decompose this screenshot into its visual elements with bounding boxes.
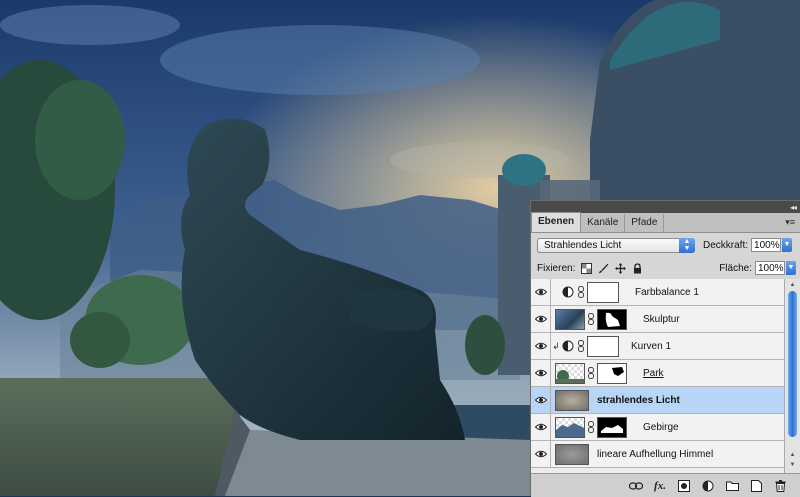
layers-list: Farbbalance 1 Skulptur ↲ Kurven 1 Park s…: [531, 279, 784, 473]
layer-name: Kurven 1: [631, 340, 672, 352]
mask-link-chain-icon[interactable]: [587, 421, 595, 433]
visibility-eye-icon[interactable]: [531, 359, 551, 387]
tab-ebenen[interactable]: Ebenen: [531, 212, 582, 232]
scroll-up-icon[interactable]: ▲: [788, 281, 797, 289]
lock-options: [581, 262, 643, 274]
new-layer-icon[interactable]: [749, 479, 763, 493]
mask-link-chain-icon[interactable]: [587, 313, 595, 325]
layers-panel: ◂◂ Ebenen Kanäle Pfade ▾≡ Strahlendes Li…: [530, 200, 800, 497]
blend-mode-value: Strahlendes Licht: [544, 239, 622, 251]
fill-label: Fläche:: [719, 262, 752, 274]
adjustment-layer-icon[interactable]: [701, 479, 715, 493]
layer-name: lineare Aufhellung Himmel: [597, 448, 714, 460]
layer-mask-thumbnail[interactable]: [587, 281, 619, 303]
panel-menu-icon[interactable]: ▾≡: [785, 217, 795, 228]
tab-pfade[interactable]: Pfade: [625, 214, 665, 232]
layer-mask-thumbnail[interactable]: [597, 308, 627, 330]
lock-fill-row: Fixieren: Fläche: 100% ▼: [531, 257, 800, 280]
fx-icon[interactable]: fx.: [653, 479, 667, 493]
lock-label: Fixieren:: [537, 262, 576, 274]
lock-transparency-icon[interactable]: [581, 262, 593, 274]
lock-all-padlock-icon[interactable]: [632, 262, 643, 274]
layer-image-thumbnail[interactable]: [555, 416, 585, 438]
layer-mask-thumbnail[interactable]: [587, 335, 619, 357]
new-group-icon[interactable]: [725, 479, 739, 493]
layer-kurven-1[interactable]: ↲ Kurven 1: [531, 332, 784, 360]
opacity-input[interactable]: 100%: [751, 238, 782, 252]
adjustment-half-circle-icon[interactable]: [561, 285, 575, 299]
adjustment-half-circle-icon[interactable]: [561, 339, 575, 353]
layer-image-thumbnail[interactable]: [555, 362, 585, 384]
layers-scrollbar[interactable]: ▲ ▲ ▼: [784, 279, 800, 473]
opacity-label: Deckkraft:: [703, 239, 749, 251]
trash-icon[interactable]: [773, 479, 787, 493]
blend-opacity-row: Strahlendes Licht ▲ ▼ Deckkraft: 100% ▼: [531, 233, 800, 257]
layers-bottom-toolbar: fx.: [531, 473, 800, 497]
scroll-down-icon[interactable]: ▲: [788, 451, 797, 459]
layer-lineare-aufhellung-himmel[interactable]: lineare Aufhellung Himmel: [531, 440, 784, 468]
mask-link-chain-icon[interactable]: [577, 286, 585, 298]
layer-name: Gebirge: [643, 421, 679, 433]
lock-position-move-icon[interactable]: [615, 262, 627, 274]
layer-strahlendes-licht[interactable]: strahlendes Licht: [531, 386, 784, 414]
blend-mode-select[interactable]: Strahlendes Licht ▲ ▼: [537, 237, 695, 253]
visibility-eye-icon[interactable]: [531, 413, 551, 441]
visibility-eye-icon[interactable]: [531, 332, 551, 360]
layer-name: Park: [643, 367, 664, 379]
panel-tabs: Ebenen Kanäle Pfade ▾≡: [531, 212, 800, 233]
tab-kanaele[interactable]: Kanäle: [581, 214, 626, 232]
opacity-dropdown-icon[interactable]: ▼: [782, 238, 793, 252]
link-layers-icon[interactable]: [629, 479, 643, 493]
visibility-eye-icon[interactable]: [531, 305, 551, 333]
layer-name: Skulptur: [643, 313, 680, 325]
clipping-arrow-icon: ↲: [552, 340, 560, 351]
visibility-eye-icon[interactable]: [531, 440, 551, 468]
layer-name: Farbbalance 1: [635, 286, 699, 298]
scrollbar-thumb[interactable]: [788, 291, 797, 437]
layer-farbbalance-1[interactable]: Farbbalance 1: [531, 279, 784, 306]
layer-mask-thumbnail[interactable]: [597, 362, 627, 384]
visibility-eye-icon[interactable]: [531, 279, 551, 306]
layer-gebirge[interactable]: Gebirge: [531, 413, 784, 441]
layer-name: strahlendes Licht: [597, 394, 680, 406]
layer-image-thumbnail[interactable]: [555, 389, 589, 411]
layer-mask-thumbnail[interactable]: [597, 416, 627, 438]
fill-dropdown-icon[interactable]: ▼: [786, 261, 796, 275]
collapse-arrows-icon[interactable]: ◂◂: [790, 203, 797, 212]
scroll-down-icon[interactable]: ▼: [788, 461, 797, 469]
layer-skulptur[interactable]: Skulptur: [531, 305, 784, 333]
mask-link-chain-icon[interactable]: [587, 367, 595, 379]
add-mask-icon[interactable]: [677, 479, 691, 493]
visibility-eye-icon[interactable]: [531, 386, 551, 414]
updown-arrows-icon[interactable]: ▲ ▼: [679, 237, 695, 253]
mask-link-chain-icon[interactable]: [577, 340, 585, 352]
layer-image-thumbnail[interactable]: [555, 308, 585, 330]
layer-park[interactable]: Park: [531, 359, 784, 387]
fill-input[interactable]: 100%: [755, 261, 785, 275]
layer-image-thumbnail[interactable]: [555, 443, 589, 465]
lock-pixels-brush-icon[interactable]: [598, 263, 609, 274]
